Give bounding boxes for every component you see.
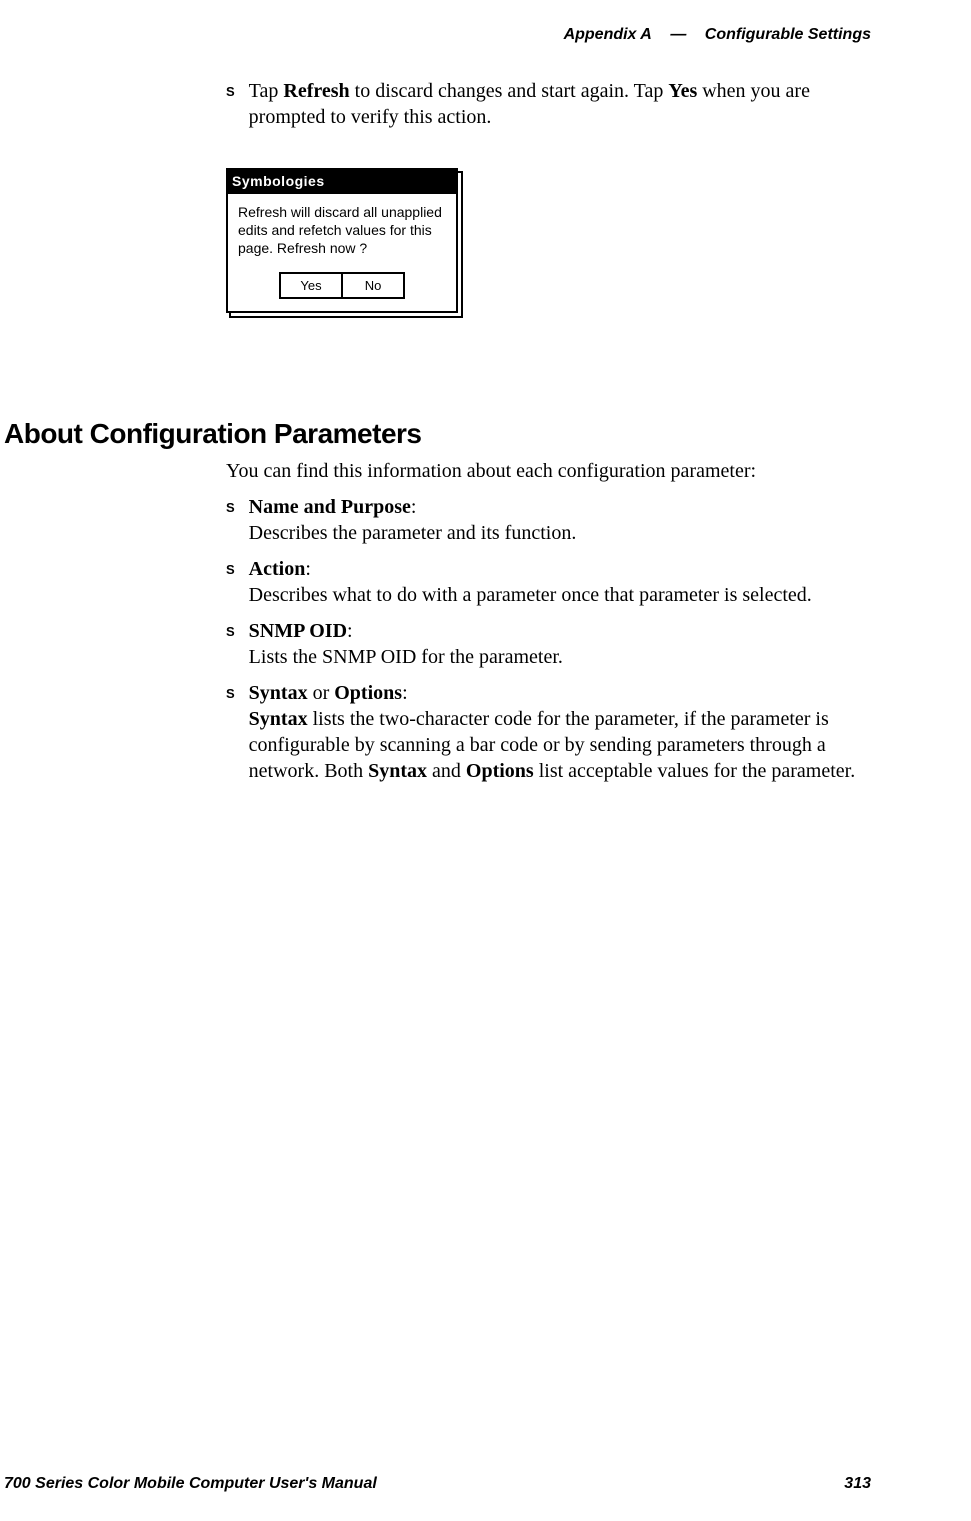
text-fragment: Tap (249, 80, 284, 102)
param-title: SNMP OID (249, 620, 347, 642)
bullet-marker: S (226, 562, 235, 608)
bullet-marker: S (226, 500, 235, 546)
intro-text: You can find this information about each… (226, 458, 874, 484)
text-fragment: : (411, 496, 417, 518)
footer-page-number: 313 (844, 1475, 871, 1493)
parameter-list: S Name and Purpose: Describes the parame… (226, 494, 874, 784)
text-fragment: : (402, 682, 408, 704)
dialog-body-text: Refresh will discard all unapplied edits… (228, 194, 456, 266)
bullet-text: Name and Purpose: Describes the paramete… (249, 494, 577, 546)
dialog-title: Symbologies (228, 170, 456, 194)
header-dash: — (670, 26, 686, 43)
param-title: Name and Purpose (249, 496, 411, 518)
param-desc: Lists the SNMP OID for the parameter. (249, 646, 563, 668)
no-button[interactable]: No (341, 272, 405, 299)
bullet-text: Action: Describes what to do with a para… (249, 556, 812, 608)
text-bold-syntax: Syntax (368, 760, 427, 782)
param-title: Action (249, 558, 306, 580)
text-fragment: list acceptable values for the parameter… (534, 760, 856, 782)
bullet-refresh-instruction: S Tap Refresh to discard changes and sta… (226, 78, 874, 130)
header-appendix: Appendix A (564, 26, 652, 43)
text-bold-yes: Yes (668, 80, 697, 102)
text-fragment: : (347, 620, 353, 642)
list-item: S Syntax or Options: Syntax lists the tw… (226, 680, 874, 784)
param-title-syntax: Syntax (249, 682, 308, 704)
list-item: S Action: Describes what to do with a pa… (226, 556, 874, 608)
param-desc: Describes what to do with a parameter on… (249, 584, 812, 606)
bullet-text: Syntax or Options: Syntax lists the two-… (249, 680, 874, 784)
page-header-running-head: Appendix A — Configurable Settings (564, 26, 871, 44)
param-desc: Describes the parameter and its function… (249, 522, 577, 544)
section-body: You can find this information about each… (226, 458, 874, 794)
text-fragment: : (305, 558, 311, 580)
page-footer: 700 Series Color Mobile Computer User's … (0, 1475, 971, 1493)
section-heading-about-config: About Configuration Parameters (4, 418, 421, 450)
dialog-button-row: Yes No (228, 266, 456, 311)
text-fragment: to discard changes and start again. Tap (350, 80, 669, 102)
text-bold-syntax: Syntax (249, 708, 308, 730)
bullet-marker: S (226, 686, 235, 784)
bullet-text: SNMP OID: Lists the SNMP OID for the par… (249, 618, 563, 670)
bullet-marker: S (226, 624, 235, 670)
text-fragment: and (427, 760, 466, 782)
text-fragment: or (308, 682, 335, 704)
list-item: S SNMP OID: Lists the SNMP OID for the p… (226, 618, 874, 670)
dialog-screenshot: Symbologies Refresh will discard all una… (226, 168, 874, 313)
content-top: S Tap Refresh to discard changes and sta… (226, 78, 874, 313)
header-section: Configurable Settings (705, 26, 871, 43)
bullet-text: Tap Refresh to discard changes and start… (249, 78, 874, 130)
text-bold-refresh: Refresh (283, 80, 349, 102)
text-bold-options: Options (466, 760, 534, 782)
yes-button[interactable]: Yes (279, 272, 343, 299)
symbologies-dialog: Symbologies Refresh will discard all una… (226, 168, 458, 313)
bullet-marker: S (226, 84, 235, 130)
footer-manual-title: 700 Series Color Mobile Computer User's … (4, 1475, 377, 1493)
list-item: S Name and Purpose: Describes the parame… (226, 494, 874, 546)
param-title-options: Options (334, 682, 402, 704)
